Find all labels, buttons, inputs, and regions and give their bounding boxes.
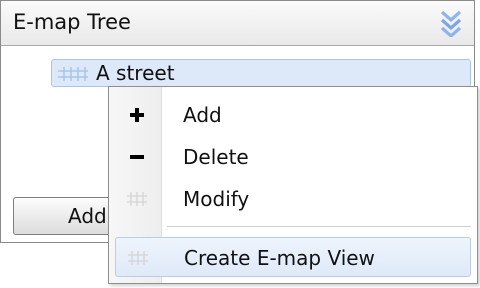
double-chevron-down-icon[interactable]: [438, 9, 464, 39]
menu-item-modify[interactable]: Modify: [111, 179, 475, 219]
menu-item-create-emap-view[interactable]: Create E-map View: [115, 237, 471, 277]
panel-header: E-map Tree: [1, 1, 474, 46]
menu-item-label: Create E-map View: [184, 246, 375, 270]
menu-item-label: Modify: [183, 187, 250, 211]
context-menu: Add Delete Modify Create E-map View: [108, 86, 478, 284]
menu-item-label: Delete: [183, 145, 249, 169]
panel-title: E-map Tree: [13, 10, 131, 34]
tree-node-a-street[interactable]: A street: [51, 59, 471, 87]
tree-node-label: A street: [96, 61, 175, 85]
grid-map-icon: [128, 250, 148, 266]
menu-item-add[interactable]: Add: [111, 95, 475, 135]
grid-map-icon: [127, 191, 147, 207]
minus-icon: [127, 149, 147, 165]
menu-separator: [167, 226, 471, 227]
grid-map-icon: [58, 66, 88, 81]
menu-item-delete[interactable]: Delete: [111, 137, 475, 177]
plus-icon: [127, 107, 147, 123]
menu-item-label: Add: [183, 103, 222, 127]
